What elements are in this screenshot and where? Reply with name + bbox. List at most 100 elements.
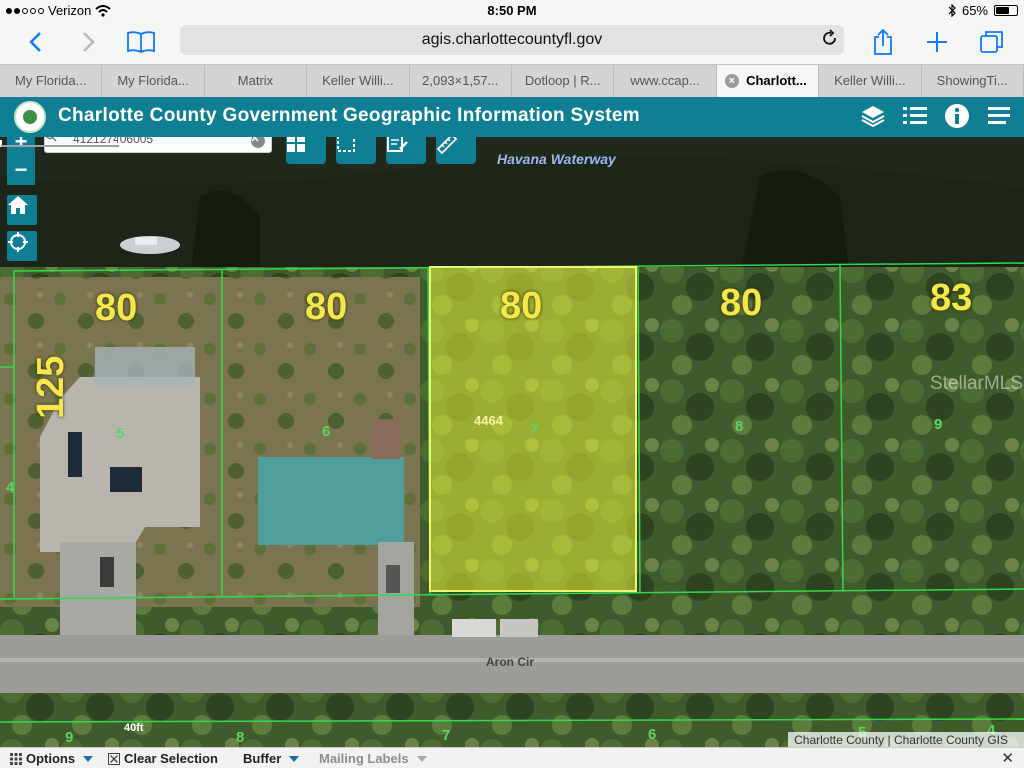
south-parcel-number-label: 8 xyxy=(236,729,245,746)
chevron-right-icon xyxy=(83,32,95,52)
lot-frontage-label: 83 xyxy=(930,277,973,319)
tab-label: Dotloop | R... xyxy=(524,73,601,88)
ios-status-bar: Verizon 8:50 PM 65% xyxy=(0,0,1024,22)
lot-frontage-label: 80 xyxy=(500,285,543,327)
parcel-number-label: 5 xyxy=(116,425,125,442)
layers-button[interactable] xyxy=(858,101,888,131)
scale-bar-label: 40ft xyxy=(124,722,144,734)
measure-ruler-icon xyxy=(436,137,458,155)
browser-tab[interactable]: Keller Willi... xyxy=(819,65,922,97)
plus-icon xyxy=(927,32,947,52)
address-label: 4464 xyxy=(474,413,503,428)
browser-tab-strip: My Florida... My Florida... Matrix Kelle… xyxy=(0,64,1024,97)
chevron-down-icon xyxy=(289,755,300,762)
address-bar[interactable]: agis.charlottecountyfl.gov xyxy=(180,25,844,55)
url-text: agis.charlottecountyfl.gov xyxy=(421,31,603,48)
locate-crosshair-icon xyxy=(8,232,28,252)
chevron-left-icon xyxy=(29,32,41,52)
close-tab-button[interactable]: × xyxy=(724,74,739,88)
bluetooth-icon xyxy=(948,4,956,17)
scale-bar xyxy=(0,140,120,147)
tab-label: My Florida... xyxy=(14,73,87,88)
locate-button[interactable] xyxy=(7,231,37,261)
legend-button[interactable] xyxy=(900,101,930,131)
lot-frontage-label: 80 xyxy=(720,282,763,324)
tab-overview-button[interactable] xyxy=(976,26,1008,58)
book-icon xyxy=(127,31,155,53)
clear-search-button[interactable] xyxy=(251,137,265,148)
identify-icon xyxy=(387,137,408,152)
reload-icon xyxy=(823,29,836,45)
ipad-safari-window: Verizon 8:50 PM 65% agis.charlottecounty… xyxy=(0,0,1024,768)
device-status: 65% xyxy=(948,3,1018,18)
zoom-out-button[interactable]: − xyxy=(7,157,35,185)
menu-button[interactable] xyxy=(984,101,1014,131)
lot-depth-label: 125 xyxy=(30,355,72,419)
tab-label: www.ccap... xyxy=(630,73,700,88)
mailing-labels-label: Mailing Labels xyxy=(319,751,409,766)
mailing-labels-dropdown[interactable]: Mailing Labels xyxy=(319,751,427,766)
tab-label: Keller Willi... xyxy=(834,73,906,88)
basemap-grid-icon xyxy=(287,137,305,152)
home-extent-button[interactable] xyxy=(7,195,37,225)
options-dropdown[interactable]: Options xyxy=(10,751,94,766)
buffer-dropdown[interactable]: Buffer xyxy=(243,751,300,766)
south-parcel-number-label: 9 xyxy=(65,729,74,746)
county-seal-logo xyxy=(14,101,46,133)
chevron-down-icon xyxy=(416,755,427,762)
browser-tab[interactable]: Matrix xyxy=(205,65,308,97)
reload-button[interactable] xyxy=(822,29,838,52)
south-parcel-number-label: 7 xyxy=(442,727,451,744)
close-panel-button[interactable]: ✕ xyxy=(1001,749,1014,767)
identify-button[interactable] xyxy=(386,137,426,164)
tab-label: Charlott... xyxy=(746,73,807,88)
browser-tab-active[interactable]: × Charlott... xyxy=(716,65,820,97)
map-attribution: Charlotte County | Charlotte County GIS xyxy=(788,732,1024,747)
clear-selection-label: Clear Selection xyxy=(124,751,218,766)
tab-label: My Florida... xyxy=(117,73,189,88)
parcel-number-label: 6 xyxy=(322,423,331,440)
select-area-button[interactable] xyxy=(336,137,376,164)
browser-tab[interactable]: Dotloop | R... xyxy=(512,65,615,97)
lot-frontage-label: 80 xyxy=(305,286,348,328)
battery-percent: 65% xyxy=(961,3,988,18)
south-parcel-number-label: 6 xyxy=(648,726,657,743)
waterway-label: Havana Waterway xyxy=(497,151,616,167)
share-button[interactable] xyxy=(868,26,898,58)
selection-action-bar: Options Clear Selection Buffer Mailing L… xyxy=(0,747,1024,768)
measure-button[interactable] xyxy=(436,137,476,164)
browser-tab[interactable]: 2,093×1,57... xyxy=(410,65,512,97)
buffer-label: Buffer xyxy=(243,751,282,766)
clear-selection-button[interactable]: Clear Selection xyxy=(108,751,218,766)
tab-label: Keller Willi... xyxy=(322,73,394,88)
bookmarks-button[interactable] xyxy=(124,26,158,58)
page-title: Charlotte County Government Geographic I… xyxy=(58,105,640,126)
browser-tab[interactable]: ShowingTi... xyxy=(922,65,1024,97)
info-button[interactable] xyxy=(942,101,972,131)
browser-tab[interactable]: Keller Willi... xyxy=(307,65,410,97)
browser-tab[interactable]: My Florida... xyxy=(102,65,205,97)
forward-button[interactable] xyxy=(74,26,104,58)
layers-icon xyxy=(861,106,885,128)
gis-header: Charlotte County Government Geographic I… xyxy=(0,97,1024,137)
header-toolbar xyxy=(858,101,1014,131)
options-label: Options xyxy=(26,751,76,766)
info-icon xyxy=(945,104,969,128)
parcel-number-label: 7 xyxy=(530,421,539,438)
parcel-number-label: 9 xyxy=(934,416,943,433)
tab-label: ShowingTi... xyxy=(936,73,1008,88)
select-box-icon xyxy=(337,137,355,152)
tabs-icon xyxy=(980,31,1003,53)
browser-tab[interactable]: www.ccap... xyxy=(614,65,717,97)
parcel-number-label: 4 xyxy=(6,479,15,496)
chevron-down-icon xyxy=(83,755,94,762)
aerial-map[interactable]: Havana Waterway Aron Cir StellarMLS 80 8… xyxy=(0,137,1024,747)
new-tab-button[interactable] xyxy=(922,26,952,58)
browser-tab[interactable]: My Florida... xyxy=(0,65,103,97)
lot-frontage-label: 80 xyxy=(95,287,138,329)
basemap-button[interactable] xyxy=(286,137,326,164)
home-icon xyxy=(8,196,28,214)
street-label: Aron Cir xyxy=(486,655,534,669)
back-button[interactable] xyxy=(20,26,50,58)
grid-icon xyxy=(10,752,22,765)
